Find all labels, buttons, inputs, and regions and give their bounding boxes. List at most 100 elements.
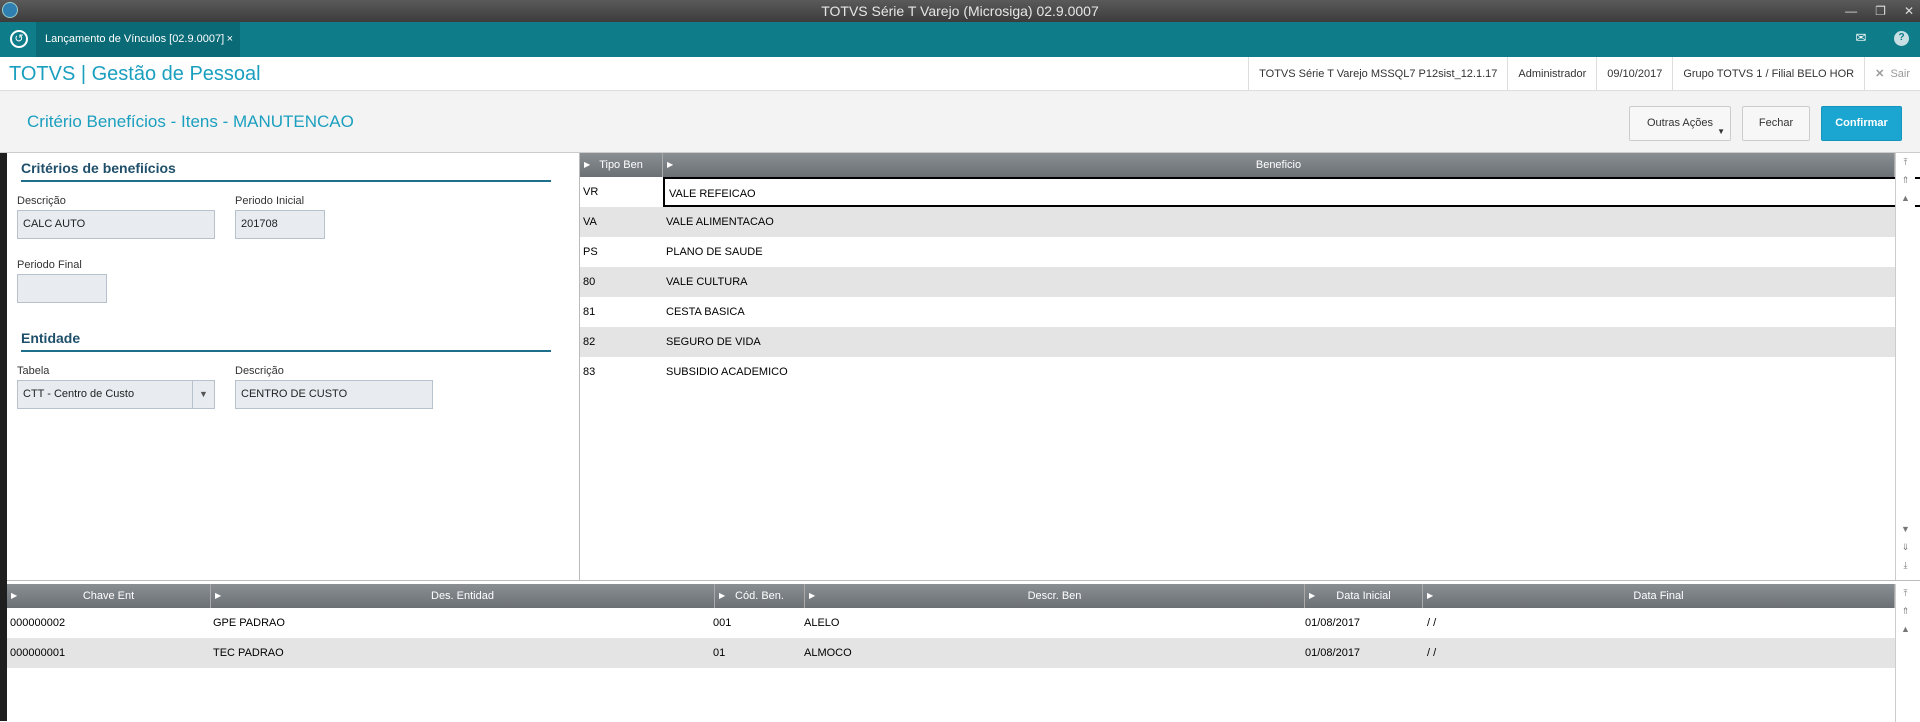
- confirm-button[interactable]: Confirmar: [1821, 106, 1902, 141]
- section-criterios: Critérios de benefiícios: [21, 160, 551, 182]
- help-icon[interactable]: ?: [1894, 31, 1909, 46]
- page-title: Critério Benefícios - Itens - MANUTENCAO: [27, 112, 354, 131]
- cell-beneficio: VALE CULTURA: [666, 276, 748, 288]
- col-label: Data Inicial: [1336, 590, 1391, 602]
- cell-tipo: 83: [583, 366, 596, 378]
- sort-icon: ▶: [584, 160, 591, 169]
- scroll-top-icon[interactable]: ⤒: [1896, 584, 1915, 602]
- periodo-final-field[interactable]: [17, 274, 107, 303]
- more-actions-button[interactable]: Outras Ações ▼: [1629, 106, 1731, 141]
- sort-icon: ▶: [1309, 591, 1316, 600]
- cell-descr-ben: ALELO: [804, 617, 840, 629]
- tab-lancamento-vinculos[interactable]: Lançamento de Vínculos [02.9.0007] ×: [36, 22, 240, 57]
- close-tab-icon[interactable]: ×: [227, 22, 233, 57]
- restore-icon[interactable]: ❐: [1875, 0, 1886, 22]
- descricao-label: Descrição: [17, 195, 66, 207]
- col-chave-ent[interactable]: ▶ Chave Ent: [7, 584, 211, 608]
- mail-icon[interactable]: ✉: [1853, 31, 1869, 45]
- cell-beneficio: PLANO DE SAUDE: [666, 246, 763, 258]
- window-title: TOTVS Série T Varejo (Microsiga) 02.9.00…: [821, 3, 1099, 19]
- vertical-scrollbar[interactable]: ⤒ ⇑ ▲ ▼ ⇓ ⤓: [1895, 153, 1915, 580]
- cell-tipo: PS: [583, 246, 598, 258]
- table-row[interactable]: VA VALE ALIMENTACAO: [580, 207, 1895, 237]
- cell-data-final: / /: [1427, 617, 1437, 629]
- exit-button[interactable]: ✕ Sair: [1864, 57, 1920, 91]
- table-row[interactable]: 83 SUBSIDIO ACADEMICO: [580, 357, 1895, 387]
- col-data-inicial[interactable]: ▶ Data Inicial: [1305, 584, 1423, 608]
- close-button[interactable]: Fechar: [1742, 106, 1810, 141]
- scroll-bottom-icon[interactable]: ⤓: [1896, 556, 1915, 574]
- cell-entidad: TEC PADRAO: [213, 647, 284, 659]
- cell-data-final: / /: [1427, 647, 1437, 659]
- cell-entidad: GPE PADRAO: [213, 617, 285, 629]
- tab-bar: ↺ Lançamento de Vínculos [02.9.0007] × ✉…: [0, 22, 1920, 57]
- cell-beneficio-selected[interactable]: VALE REFEICAO: [663, 177, 1920, 207]
- dropdown-arrow-icon[interactable]: ▼: [192, 381, 214, 408]
- sort-icon: ▶: [719, 591, 726, 600]
- close-window-icon[interactable]: ✕: [1904, 0, 1914, 22]
- cell-beneficio: SUBSIDIO ACADEMICO: [666, 366, 788, 378]
- benefits-grid-header: ▶ Tipo Ben ▶ Beneficio: [580, 153, 1895, 177]
- scroll-down-icon[interactable]: ▼: [1896, 520, 1915, 538]
- table-row[interactable]: 000000001 TEC PADRAO 01 ALMOCO 01/08/201…: [7, 638, 1895, 668]
- group-branch: Grupo TOTVS 1 / Filial BELO HOR: [1672, 57, 1864, 91]
- table-row[interactable]: 81 CESTA BASICA: [580, 297, 1895, 327]
- cell-data-inicial: 01/08/2017: [1305, 617, 1361, 629]
- cell-tipo: VR: [583, 186, 599, 198]
- table-row[interactable]: 80 VALE CULTURA: [580, 267, 1895, 297]
- app-logo-icon: [2, 2, 18, 18]
- system-date: 09/10/2017: [1596, 57, 1672, 91]
- entity-grid-header: ▶ Chave Ent ▶ Des. Entidad ▶ Cód. Ben. ▶ Des…: [7, 584, 1895, 608]
- app-title: TOTVS | Gestão de Pessoal: [9, 63, 261, 85]
- periodo-final-label: Periodo Final: [17, 259, 82, 271]
- table-row[interactable]: VR VALE REFEICAO: [580, 177, 1920, 207]
- scroll-page-up-icon[interactable]: ⇑: [1896, 171, 1915, 189]
- periodo-inicial-field[interactable]: 201708: [235, 210, 325, 239]
- window-titlebar: TOTVS Série T Varejo (Microsiga) 02.9.00…: [0, 0, 1920, 22]
- periodo-inicial-label: Periodo Inicial: [235, 195, 305, 207]
- sort-icon: ▶: [1427, 591, 1434, 600]
- scroll-up-icon[interactable]: ▲: [1896, 620, 1915, 638]
- cell-data-inicial: 01/08/2017: [1305, 647, 1361, 659]
- scroll-top-icon[interactable]: ⤒: [1896, 153, 1915, 171]
- descricao-field[interactable]: CALC AUTO: [17, 210, 215, 239]
- environment-info: TOTVS Série T Varejo MSSQL7 P12sist_12.1…: [1248, 57, 1507, 91]
- table-row[interactable]: PS PLANO DE SAUDE: [580, 237, 1895, 267]
- section-entidade: Entidade: [21, 330, 551, 352]
- left-edge: [0, 153, 7, 721]
- cell-cod-ben: 01: [713, 647, 726, 659]
- cell-tipo: 80: [583, 276, 596, 288]
- minimize-icon[interactable]: —: [1845, 0, 1857, 22]
- col-cod-ben[interactable]: ▶ Cód. Ben.: [715, 584, 805, 608]
- col-label: Chave Ent: [82, 590, 135, 602]
- tabela-label: Tabela: [17, 365, 50, 377]
- scroll-up-icon[interactable]: ▲: [1896, 189, 1915, 207]
- col-des-entidad[interactable]: ▶ Des. Entidad: [211, 584, 715, 608]
- cell-cod-ben: 001: [713, 617, 732, 629]
- benefits-grid: ▶ Tipo Ben ▶ Beneficio VR VALE REFEICAO VA…: [580, 153, 1920, 580]
- sort-icon: ▶: [215, 591, 222, 600]
- exit-label: Sair: [1890, 68, 1910, 80]
- descricao2-field[interactable]: CENTRO DE CUSTO: [235, 380, 433, 409]
- cell-descr-ben: ALMOCO: [804, 647, 852, 659]
- col-label: Cód. Ben.: [735, 590, 784, 602]
- sort-icon: ▶: [667, 160, 674, 169]
- vertical-scrollbar[interactable]: ⤒ ⇑ ▲: [1895, 584, 1915, 722]
- table-row[interactable]: 82 SEGURO DE VIDA: [580, 327, 1895, 357]
- col-data-final[interactable]: ▶ Data Final: [1423, 584, 1895, 608]
- tabela-select[interactable]: CTT - Centro de Custo ▼: [17, 380, 215, 409]
- col-descr-ben[interactable]: ▶ Descr. Ben: [805, 584, 1305, 608]
- col-label: Tipo Ben: [599, 159, 643, 171]
- table-row[interactable]: 000000002 GPE PADRAO 001 ALELO 01/08/201…: [7, 608, 1895, 638]
- col-beneficio[interactable]: ▶ Beneficio: [663, 153, 1895, 177]
- col-tipo-ben[interactable]: ▶ Tipo Ben: [580, 153, 663, 177]
- chevron-down-icon: ▼: [1717, 127, 1725, 136]
- scroll-track[interactable]: [1896, 207, 1915, 520]
- scroll-page-down-icon[interactable]: ⇓: [1896, 538, 1915, 556]
- tab-label: Lançamento de Vínculos [02.9.0007]: [45, 33, 225, 45]
- home-icon[interactable]: ↺: [10, 30, 28, 48]
- col-label: Data Final: [1633, 590, 1684, 602]
- cell-beneficio: VALE ALIMENTACAO: [666, 216, 774, 228]
- cell-beneficio: CESTA BASICA: [666, 306, 745, 318]
- scroll-page-up-icon[interactable]: ⇑: [1896, 602, 1915, 620]
